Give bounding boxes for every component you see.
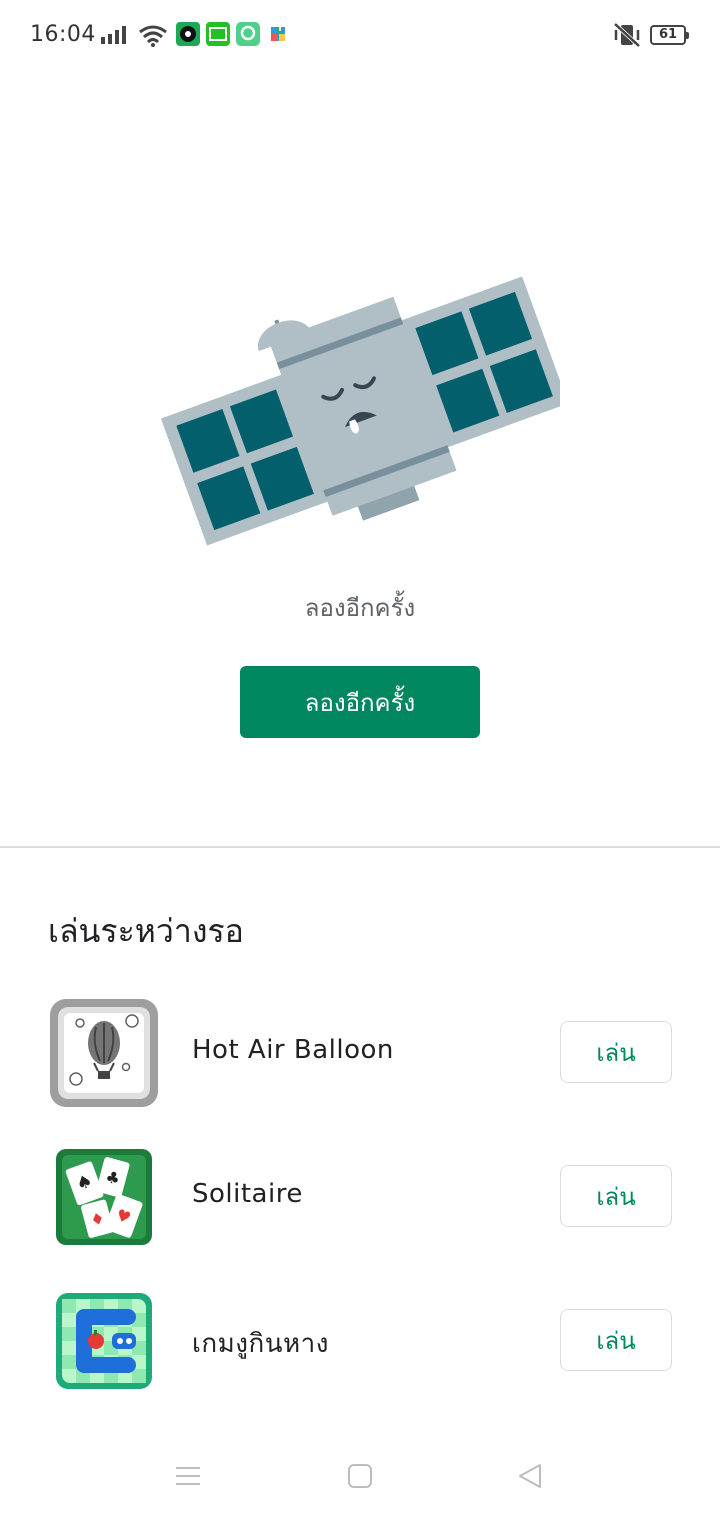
- game-name: Solitaire: [192, 1179, 303, 1209]
- menu-icon[interactable]: [174, 1462, 202, 1490]
- iqiyi-app-icon: [206, 22, 230, 46]
- signal-icon: [101, 26, 126, 44]
- sleepy-satellite-illustration: [160, 276, 560, 546]
- battery-icon: 61: [650, 25, 689, 45]
- play-button-solitaire[interactable]: เล่น: [560, 1165, 672, 1227]
- game-name: เกมงูกินหาง: [192, 1329, 329, 1359]
- back-icon[interactable]: [516, 1462, 544, 1490]
- play-button-snake[interactable]: เล่น: [560, 1309, 672, 1371]
- section-divider: [0, 846, 720, 848]
- muted-vibrate-icon: [613, 22, 641, 48]
- hot-air-balloon-icon: [50, 999, 158, 1107]
- wifi-icon: [139, 25, 167, 47]
- home-icon[interactable]: [346, 1462, 374, 1490]
- play-button-hot-air-balloon[interactable]: เล่น: [560, 1021, 672, 1083]
- retry-button[interactable]: ลองอีกครั้ง: [240, 666, 480, 738]
- navigation-bar: [0, 1440, 720, 1520]
- music-app-icon: [176, 22, 200, 46]
- puzzle-app-icon: [266, 22, 290, 46]
- section-title: เล่นระหว่างรอ: [48, 912, 244, 950]
- game-row-solitaire[interactable]: ♠ ♣ ♦ ♥ Solitaire เล่น: [0, 1141, 720, 1261]
- solitaire-icon: ♠ ♣ ♦ ♥: [56, 1149, 152, 1245]
- error-message: ลองอีกครั้ง: [304, 594, 416, 622]
- status-time: 16:04: [30, 22, 96, 47]
- game-row-hot-air-balloon[interactable]: Hot Air Balloon เล่น: [0, 997, 720, 1117]
- game-name: Hot Air Balloon: [192, 1035, 394, 1065]
- chat-app-icon: [236, 22, 260, 46]
- snake-game-icon: [56, 1293, 152, 1389]
- game-row-snake[interactable]: เกมงูกินหาง เล่น: [0, 1285, 720, 1405]
- status-bar: 16:04 61: [0, 0, 720, 72]
